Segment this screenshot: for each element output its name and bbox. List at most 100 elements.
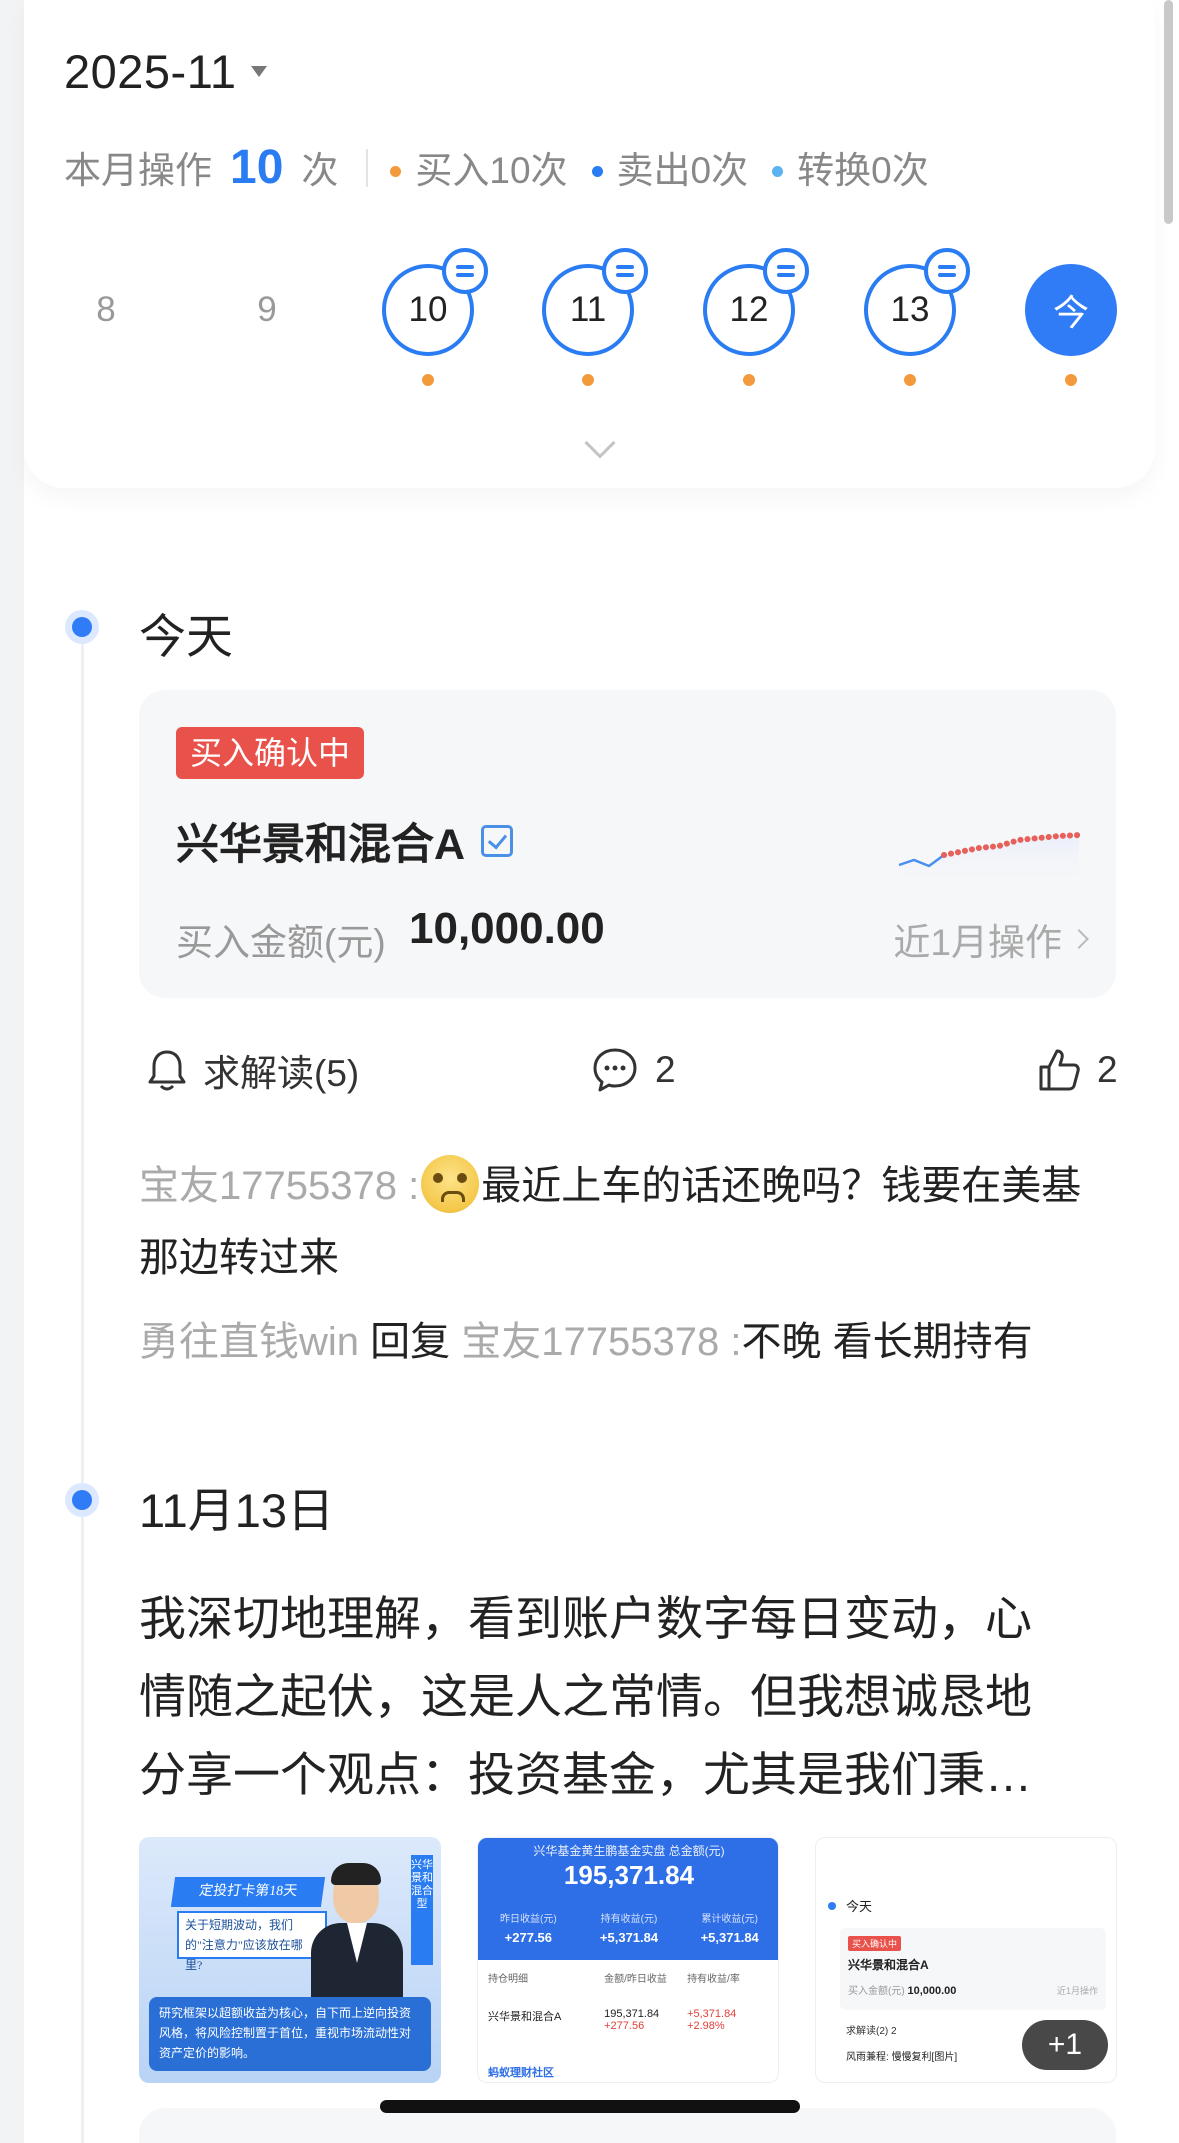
day-9[interactable]: 9 [221,264,313,356]
like-count: 2 [1097,1049,1118,1090]
day-10[interactable]: 10 [382,248,488,356]
day-label: 10 [408,290,448,329]
portfolio-title: 兴华基金黄生鹏基金实盘 总金额(元) [533,1844,725,1858]
buy-dot-icon [390,166,402,177]
timeline-dot [65,610,99,644]
portfolio-header: 兴华基金黄生鹏基金实盘 总金额(元) 195,371.84 昨日收益(元) 持有… [478,1838,778,1960]
post-text[interactable]: 我深切地理解，看到账户数字每日变动，心 情随之起伏，这是人之常情。但我想诚恳地 … [139,1580,1119,1814]
chevron-down-icon[interactable] [584,427,616,459]
stats-prefix: 本月操作 [64,150,212,191]
mini-amount-label: 买入金额(元) [848,1986,905,1997]
row-name: 兴华景和混合A [488,2011,562,2023]
convert-dot-icon [772,166,784,177]
day-today[interactable]: 今 [1025,264,1117,356]
row-amount: 195,371.84 [604,2008,660,2020]
col-label: 昨日收益(元) [500,1914,557,1925]
row-hold: +5,371.84 [687,2008,737,2020]
day-label: 9 [257,290,277,329]
day-8[interactable]: 8 [60,264,152,356]
stats-suffix: 次 [301,150,339,191]
comment-button[interactable]: 2 [591,1040,676,1100]
month-label: 2025-11 [64,45,237,98]
stat-convert-label: 转换0次 [797,150,929,191]
next-card [139,2108,1116,2143]
status-badge: 买入确认中 [176,727,365,779]
post-image-3[interactable]: 今天 买入确认中 兴华景和混合A 买入金额(元) 10,000.00 近1月操作… [815,1837,1117,2083]
comment-user[interactable]: 勇往直钱win [139,1320,359,1364]
day-12[interactable]: 12 [703,248,809,356]
day-label: 11 [569,290,607,329]
post-image-2[interactable]: 兴华基金黄生鹏基金实盘 总金额(元) 195,371.84 昨日收益(元) 持有… [477,1837,779,2083]
comment-item[interactable]: 宝友17755378 : 最近上车的话还晚吗？钱要在美基那边转过来 [139,1150,1119,1294]
operation-card[interactable]: 买入确认中 兴华景和混合A 买入金额(元) 10,000.00 近1月操作 [139,690,1116,998]
post-image-1[interactable]: 定投打卡第18天 关于短期波动，我们的"注意力"应该放在哪里? 兴华景和混合型 … [139,1837,441,2083]
post-line: 分享一个观点：投资基金，尤其是我们秉… [139,1748,1032,1801]
stat-sell: 卖出0次 [591,140,748,194]
mini-amount: 买入金额(元) 10,000.00 [848,1982,956,1997]
col-value: +5,371.84 [599,1930,659,1945]
mini-timeline-dot [828,1902,836,1910]
divider [366,148,369,187]
post-line: 情随之起伏，这是人之常情。但我想诚恳地 [139,1670,1032,1723]
day-label: 今 [1052,292,1089,333]
month-selector[interactable]: 2025-11 [64,44,267,99]
day-11[interactable]: 11 [542,248,648,356]
mini-amount-value: 10,000.00 [907,1985,957,1997]
post-images: 定投打卡第18天 关于短期波动，我们的"注意力"应该放在哪里? 兴华景和混合型 … [139,1837,1117,2083]
mini-fund-name: 兴华景和混合A [848,1958,929,1972]
bell-icon [148,1050,186,1091]
post-line: 我深切地理解，看到账户数字每日变动，心 [139,1592,1032,1645]
home-indicator[interactable] [380,2100,800,2113]
op-dot [422,374,434,386]
comment-item[interactable]: 勇往直钱win 回复 宝友17755378 :不晚 看长期持有 [139,1306,1119,1378]
crying-emoji-icon [421,1155,480,1213]
mini-comment: 风雨兼程: 慢慢复利[图片] [846,2048,957,2063]
calendar-card: 2025-11 本月操作 10 次 买入10次 卖出0次 转换0次 8 9 10… [24,0,1155,488]
timeline-line [81,628,84,2143]
timeline-dot [65,1483,99,1517]
op-dot [1065,374,1077,386]
action-bar: 求解读(5) 2 2 [139,1040,1118,1100]
thumbs-up-icon [1039,1049,1080,1091]
more-images-badge[interactable]: +1 [1022,2020,1108,2070]
note-icon [763,248,809,294]
note-icon [442,248,488,294]
col-value: +5,371.84 [700,1930,759,1945]
table-header-cell: 金额/昨日收益 [604,1974,667,1985]
scrollbar[interactable] [1164,0,1173,224]
month-stats: 本月操作 10 次 买入10次 卖出0次 转换0次 [64,140,953,195]
stat-buy: 买入10次 [390,140,568,194]
table-header-cell: 持仓明细 [488,1974,528,1985]
interpret-button[interactable]: 求解读(5) [147,1040,359,1100]
image-side-tag: 兴华景和混合型 [411,1855,433,1965]
left-edge [0,0,24,2143]
stat-buy-label: 买入10次 [415,150,568,191]
stats-count: 10 [230,141,284,194]
day-label: 13 [890,290,930,329]
interpret-label: 求解读(5) [203,1053,360,1094]
mini-title: 今天 [846,1899,873,1914]
recent-ops-label: 近1月操作 [893,922,1062,963]
fund-name[interactable]: 兴华景和混合A [176,810,514,872]
reply-word: 回复 [370,1320,451,1364]
person-photo [311,1863,403,2019]
comment-text: 不晚 看长期持有 [741,1320,1033,1364]
like-button[interactable]: 2 [1037,1040,1118,1100]
day-label: 8 [96,290,116,329]
recent-ops-link[interactable]: 近1月操作 [893,912,1089,966]
section-title-date: 11月13日 [139,1484,335,1537]
caret-down-icon [250,66,267,77]
reply-to-user[interactable]: 宝友17755378 : [461,1320,741,1364]
mini-card: 买入确认中 兴华景和混合A 买入金额(元) 10,000.00 近1月操作 [840,1928,1106,2010]
comment-user[interactable]: 宝友17755378 : [139,1164,419,1208]
day-13[interactable]: 13 [864,248,970,356]
image-banner-title: 定投打卡第18天 [170,1877,326,1907]
col-value: +277.56 [504,1930,553,1945]
sell-dot-icon [591,166,603,177]
day-label: 12 [729,290,769,329]
row-yesterday: +277.56 [604,2020,645,2032]
stat-convert: 转换0次 [772,140,929,194]
mini-status: 买入确认中 [848,1936,902,1951]
col-label: 持有收益(元) [600,1914,658,1925]
note-icon [602,248,648,294]
